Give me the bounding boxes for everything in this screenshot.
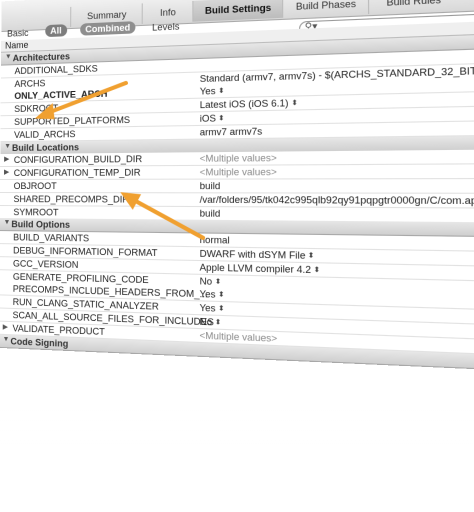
- popup-stepper-icon[interactable]: ⬍: [291, 99, 298, 108]
- setting-value[interactable]: Apple LLVM compiler 4.2: [200, 262, 311, 275]
- disclosure-triangle-icon[interactable]: ▼: [3, 335, 10, 342]
- popup-stepper-icon[interactable]: ⬍: [218, 291, 224, 300]
- setting-value[interactable]: No: [200, 275, 213, 286]
- setting-value[interactable]: DWARF with dSYM File: [200, 248, 306, 261]
- popup-stepper-icon[interactable]: ⬍: [218, 114, 224, 123]
- disclosure-triangle-icon[interactable]: ▼: [5, 53, 12, 60]
- section-title: Build Locations: [11, 141, 80, 153]
- setting-value[interactable]: No: [200, 316, 213, 327]
- setting-value[interactable]: Yes: [200, 289, 216, 300]
- setting-value[interactable]: <Multiple values>: [200, 167, 277, 178]
- popup-stepper-icon[interactable]: ⬍: [218, 304, 224, 313]
- setting-name: BUILD_VARIANTS: [13, 232, 90, 244]
- popup-stepper-icon[interactable]: ⬍: [218, 87, 224, 96]
- setting-value[interactable]: Yes: [200, 303, 216, 314]
- popup-stepper-icon[interactable]: ⬍: [313, 265, 320, 274]
- setting-name: VALID_ARCHS: [14, 128, 76, 140]
- setting-name: GCC_VERSION: [12, 258, 79, 270]
- setting-value[interactable]: Yes: [200, 86, 216, 97]
- setting-value[interactable]: armv7 armv7s: [200, 126, 263, 137]
- setting-value[interactable]: <Multiple values>: [200, 330, 278, 344]
- filter-all[interactable]: All: [45, 24, 67, 38]
- setting-value[interactable]: iOS: [200, 113, 216, 124]
- setting-name: ADDITIONAL_SDKS: [14, 63, 98, 76]
- setting-value[interactable]: <Multiple values>: [200, 153, 277, 164]
- disclosure-triangle-icon[interactable]: ▼: [4, 143, 11, 150]
- annotation-arrow-icon: [120, 185, 216, 249]
- popup-stepper-icon[interactable]: ⬍: [215, 277, 221, 286]
- filter-levels[interactable]: Levels: [152, 21, 179, 32]
- disclosure-triangle-icon[interactable]: ▶: [3, 323, 8, 331]
- setting-row[interactable]: OBJROOT build: [0, 179, 474, 194]
- setting-name: OBJROOT: [13, 180, 57, 192]
- column-name: Name: [5, 39, 29, 51]
- setting-name: SYMROOT: [13, 206, 59, 218]
- setting-name: CONFIGURATION_BUILD_DIR: [13, 154, 143, 166]
- popup-stepper-icon[interactable]: ⬍: [308, 251, 315, 260]
- setting-name: CONFIGURATION_TEMP_DIR: [13, 167, 141, 179]
- disclosure-triangle-icon[interactable]: ▶: [4, 168, 9, 176]
- disclosure-triangle-icon[interactable]: ▶: [4, 155, 9, 163]
- filter-combined[interactable]: Combined: [80, 21, 136, 36]
- setting-value[interactable]: Latest iOS (iOS 6.1): [200, 98, 289, 111]
- reflection-fade: [0, 400, 474, 467]
- section-title: Architectures: [12, 51, 71, 64]
- filter-basic[interactable]: Basic: [7, 28, 29, 39]
- section-title: Build Options: [11, 219, 71, 231]
- popup-stepper-icon[interactable]: ⬍: [215, 318, 221, 327]
- setting-value[interactable]: /var/folders/95/tk042c995qlb92qy91pqpgtr…: [200, 194, 474, 206]
- setting-row[interactable]: ▶ CONFIGURATION_TEMP_DIR <Multiple values>: [0, 164, 474, 181]
- disclosure-triangle-icon[interactable]: ▼: [4, 219, 11, 226]
- section-title: Code Signing: [10, 335, 69, 349]
- annotation-arrow-icon: [34, 77, 136, 125]
